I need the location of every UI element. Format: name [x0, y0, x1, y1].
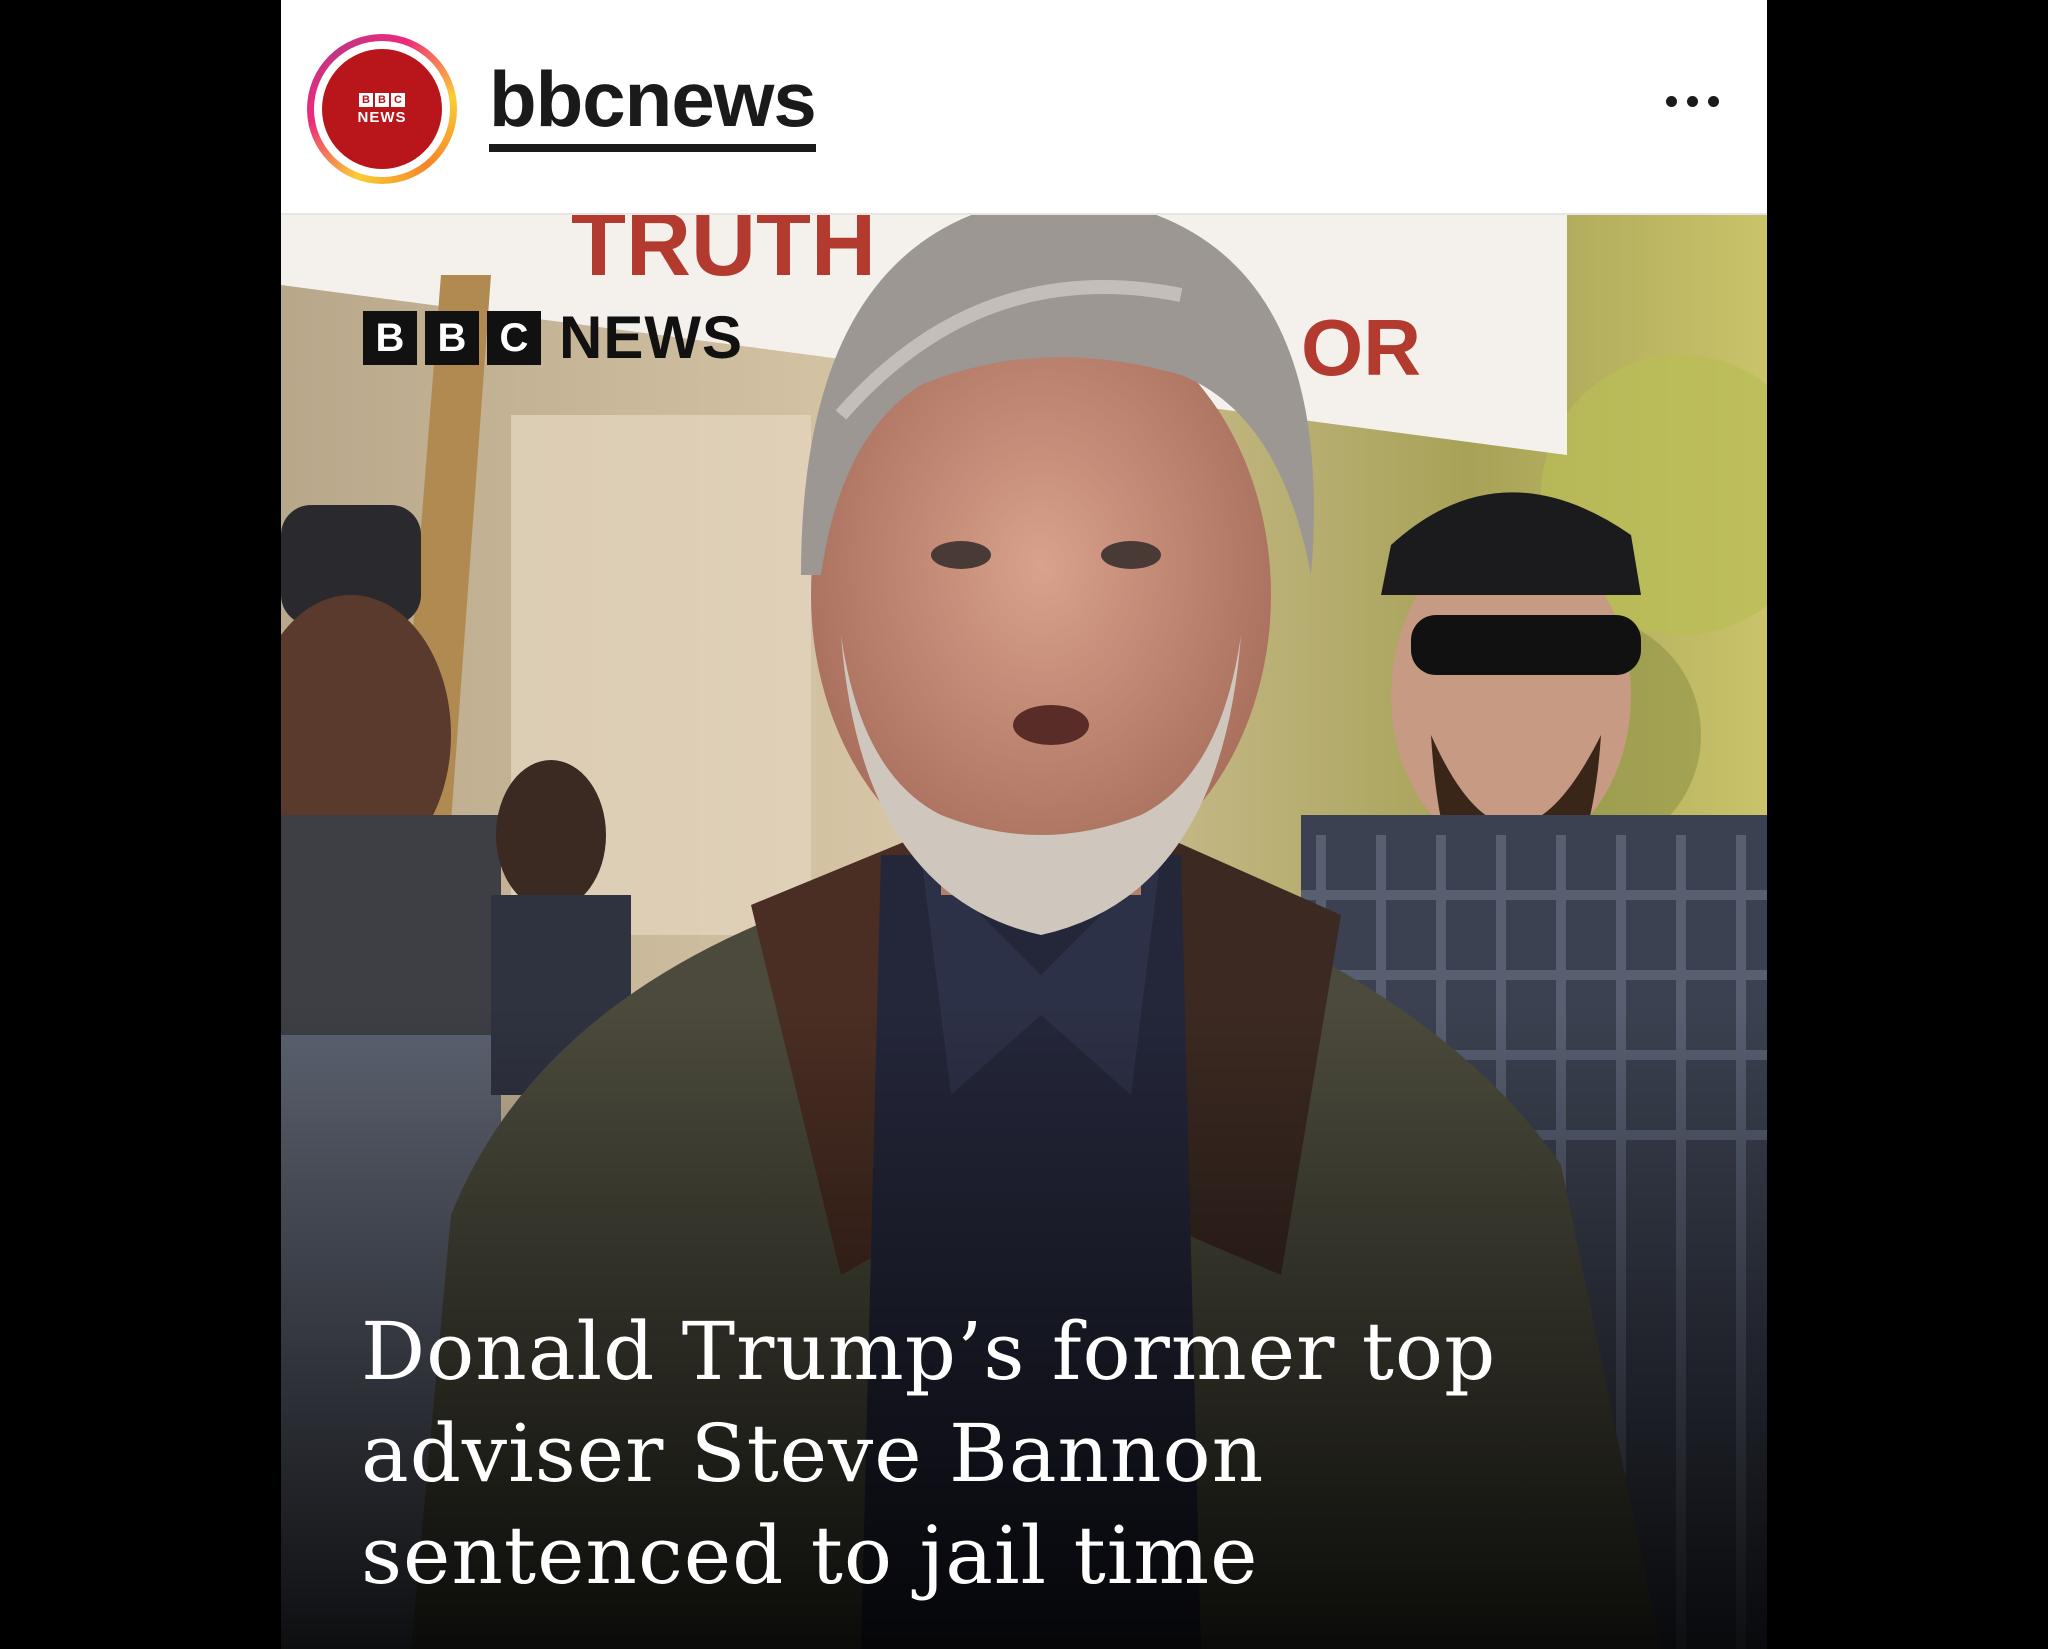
instagram-post: B B C NEWS bbcnews B B C NEWS Donald Tru…	[281, 0, 1767, 1649]
avatar[interactable]: B B C NEWS	[322, 49, 442, 169]
more-horizontal-icon	[1666, 96, 1677, 107]
headline: Donald Trump’s former top adviser Steve …	[361, 1301, 1691, 1607]
avatar-bbc-letter: B	[359, 92, 373, 107]
post-image[interactable]: TRUTH OR	[281, 215, 1767, 1649]
bbc-news-watermark: B B C NEWS	[363, 303, 743, 372]
more-options-button[interactable]	[1666, 96, 1719, 107]
avatar-bbc-letter: B	[375, 92, 389, 107]
headline-line: adviser Steve Bannon	[361, 1407, 1265, 1500]
username-link[interactable]: bbcnews	[489, 60, 817, 152]
avatar-border: B B C NEWS	[314, 41, 450, 177]
more-horizontal-icon	[1708, 96, 1719, 107]
watermark-bbc-letter: C	[487, 310, 541, 365]
headline-line: Donald Trump’s former top	[361, 1305, 1497, 1398]
more-horizontal-icon	[1687, 96, 1698, 107]
watermark-bbc-letter: B	[425, 310, 479, 365]
watermark-news-label: NEWS	[559, 304, 743, 371]
avatar-bbc-letter: C	[391, 92, 405, 107]
avatar-news-label: NEWS	[357, 108, 407, 126]
story-ring[interactable]: B B C NEWS	[307, 34, 457, 184]
avatar-bbc-blocks: B B C	[359, 92, 405, 107]
headline-line: sentenced to jail time	[361, 1509, 1259, 1602]
post-header: B B C NEWS bbcnews	[281, 0, 1767, 215]
watermark-bbc-letter: B	[363, 310, 417, 365]
